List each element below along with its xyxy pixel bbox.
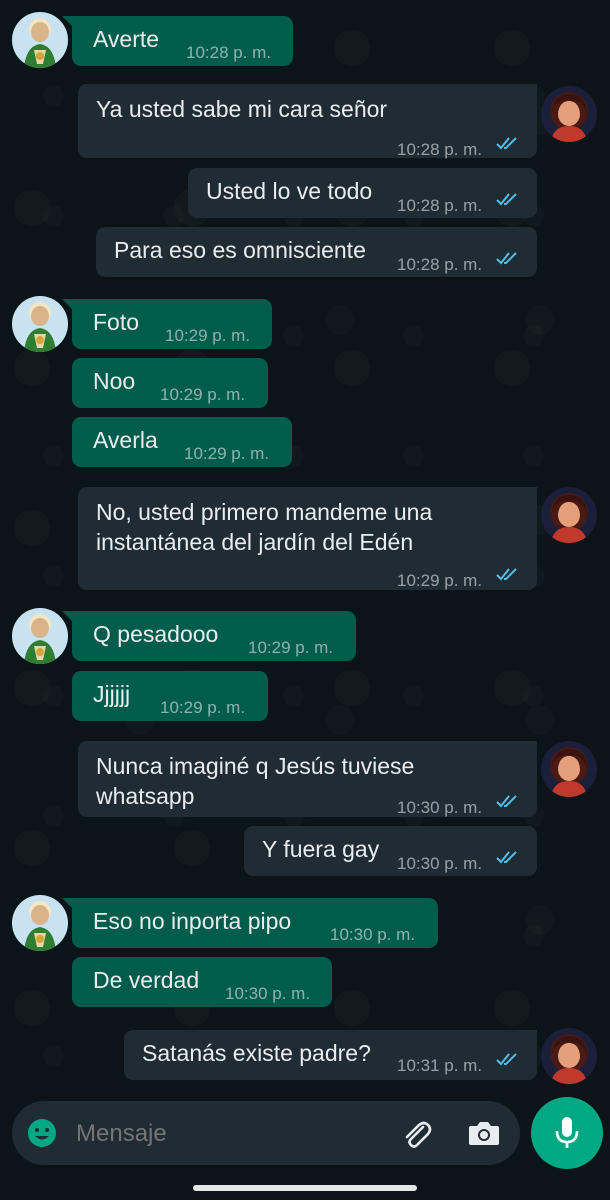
- message-time: 10:29 p. m.: [160, 698, 246, 717]
- message-text: Jjjjjj: [93, 681, 131, 707]
- user-avatar[interactable]: [541, 741, 597, 797]
- message-text: Q pesadooo: [93, 621, 219, 647]
- message-time: 10:28 p. m.: [397, 140, 483, 159]
- bubble-tail: [62, 16, 74, 28]
- message-text-line: Nunca imaginé q Jesús tuviese: [96, 753, 415, 779]
- composer-bar: [0, 1095, 610, 1200]
- message-text: Foto: [93, 309, 140, 335]
- contact-avatar[interactable]: [12, 608, 68, 664]
- message-time: 10:30 p. m.: [330, 925, 416, 944]
- outgoing-message[interactable]: Ya usted sabe mi cara señor 10:28 p. m.: [78, 84, 537, 159]
- camera-icon[interactable]: [467, 1117, 501, 1149]
- read-ticks-icon: [496, 1053, 517, 1066]
- saint-portrait-icon: [24, 905, 56, 951]
- incoming-message[interactable]: Noo 10:29 p. m.: [72, 358, 268, 408]
- incoming-message[interactable]: Foto 10:29 p. m.: [62, 299, 272, 349]
- message-time: 10:31 p. m.: [397, 1056, 483, 1075]
- user-portrait-icon: [551, 495, 587, 543]
- message-time: 10:30 p. m.: [225, 984, 311, 1003]
- incoming-message[interactable]: Averte 10:28 p. m.: [62, 16, 293, 66]
- message-time: 10:29 p. m.: [248, 638, 334, 657]
- message-text: Eso no inporta pipo: [93, 908, 292, 934]
- read-ticks-icon: [496, 795, 517, 808]
- message-time: 10:29 p. m.: [397, 571, 483, 590]
- message-text-line: whatsapp: [96, 783, 195, 809]
- outgoing-message[interactable]: Usted lo ve todo 10:28 p. m.: [188, 168, 537, 218]
- user-avatar[interactable]: [541, 86, 597, 142]
- message-time: 10:28 p. m.: [186, 43, 272, 62]
- contact-avatar[interactable]: [12, 296, 68, 352]
- bubble-tail: [62, 299, 74, 311]
- message-time: 10:30 p. m.: [397, 854, 483, 873]
- bubble-tail: [62, 898, 74, 910]
- outgoing-message[interactable]: Y fuera gay 10:30 p. m.: [244, 826, 537, 876]
- message-text: Ya usted sabe mi cara señor: [96, 96, 388, 122]
- message-text-line: instantánea del jardín del Edén: [96, 529, 414, 555]
- message-text: Para eso es omnisciente: [114, 237, 366, 263]
- paperclip-icon[interactable]: [399, 1117, 433, 1151]
- incoming-message[interactable]: Eso no inporta pipo 10:30 p. m.: [62, 898, 438, 948]
- user-portrait-icon: [551, 1036, 587, 1084]
- read-ticks-icon: [496, 851, 517, 864]
- read-ticks-icon: [496, 568, 517, 581]
- outgoing-message[interactable]: Nunca imaginé q Jesús tuviese whatsapp 1…: [78, 741, 537, 817]
- message-text: Averte: [93, 26, 160, 52]
- read-ticks-icon: [496, 193, 517, 206]
- message-time: 10:29 p. m.: [165, 326, 251, 345]
- message-list[interactable]: Averte 10:28 p. m. Ya usted sabe mi cara…: [0, 0, 610, 1095]
- incoming-message[interactable]: De verdad 10:30 p. m.: [72, 957, 332, 1007]
- user-avatar[interactable]: [541, 487, 597, 543]
- saint-portrait-icon: [24, 22, 56, 68]
- user-portrait-icon: [551, 94, 587, 142]
- contact-avatar[interactable]: [12, 12, 68, 68]
- read-ticks-icon: [496, 252, 517, 265]
- message-time: 10:30 p. m.: [397, 798, 483, 817]
- message-text: Satanás existe padre?: [142, 1040, 371, 1066]
- message-text: Y fuera gay: [262, 836, 380, 862]
- message-text: De verdad: [93, 967, 200, 993]
- home-indicator[interactable]: [193, 1185, 417, 1191]
- message-time: 10:29 p. m.: [184, 444, 270, 463]
- message-text: Noo: [93, 368, 136, 394]
- message-text: Usted lo ve todo: [206, 178, 373, 204]
- message-text-line: No, usted primero mandeme una: [96, 499, 433, 525]
- outgoing-message[interactable]: No, usted primero mandeme una instantáne…: [78, 487, 537, 590]
- message-input-container[interactable]: [12, 1101, 520, 1165]
- outgoing-message[interactable]: Para eso es omnisciente 10:28 p. m.: [96, 227, 537, 277]
- user-portrait-icon: [551, 749, 587, 797]
- read-ticks-icon: [496, 137, 517, 150]
- emoji-icon[interactable]: [26, 1117, 58, 1149]
- message-text: Averla: [93, 427, 158, 453]
- incoming-message[interactable]: Q pesadooo 10:29 p. m.: [62, 611, 356, 661]
- user-avatar[interactable]: [541, 1028, 597, 1084]
- message-time: 10:28 p. m.: [397, 196, 483, 215]
- bubble-tail: [62, 611, 74, 623]
- contact-avatar[interactable]: [12, 895, 68, 951]
- incoming-message[interactable]: Averla 10:29 p. m.: [72, 417, 292, 467]
- message-input[interactable]: [74, 1113, 378, 1155]
- saint-portrait-icon: [24, 306, 56, 352]
- incoming-message[interactable]: Jjjjjj 10:29 p. m.: [72, 671, 268, 721]
- saint-portrait-icon: [24, 618, 56, 664]
- message-time: 10:28 p. m.: [397, 255, 483, 274]
- outgoing-message[interactable]: Satanás existe padre? 10:31 p. m.: [124, 1030, 537, 1080]
- message-time: 10:29 p. m.: [160, 385, 246, 404]
- mic-button[interactable]: [531, 1097, 603, 1169]
- microphone-icon: [555, 1117, 579, 1148]
